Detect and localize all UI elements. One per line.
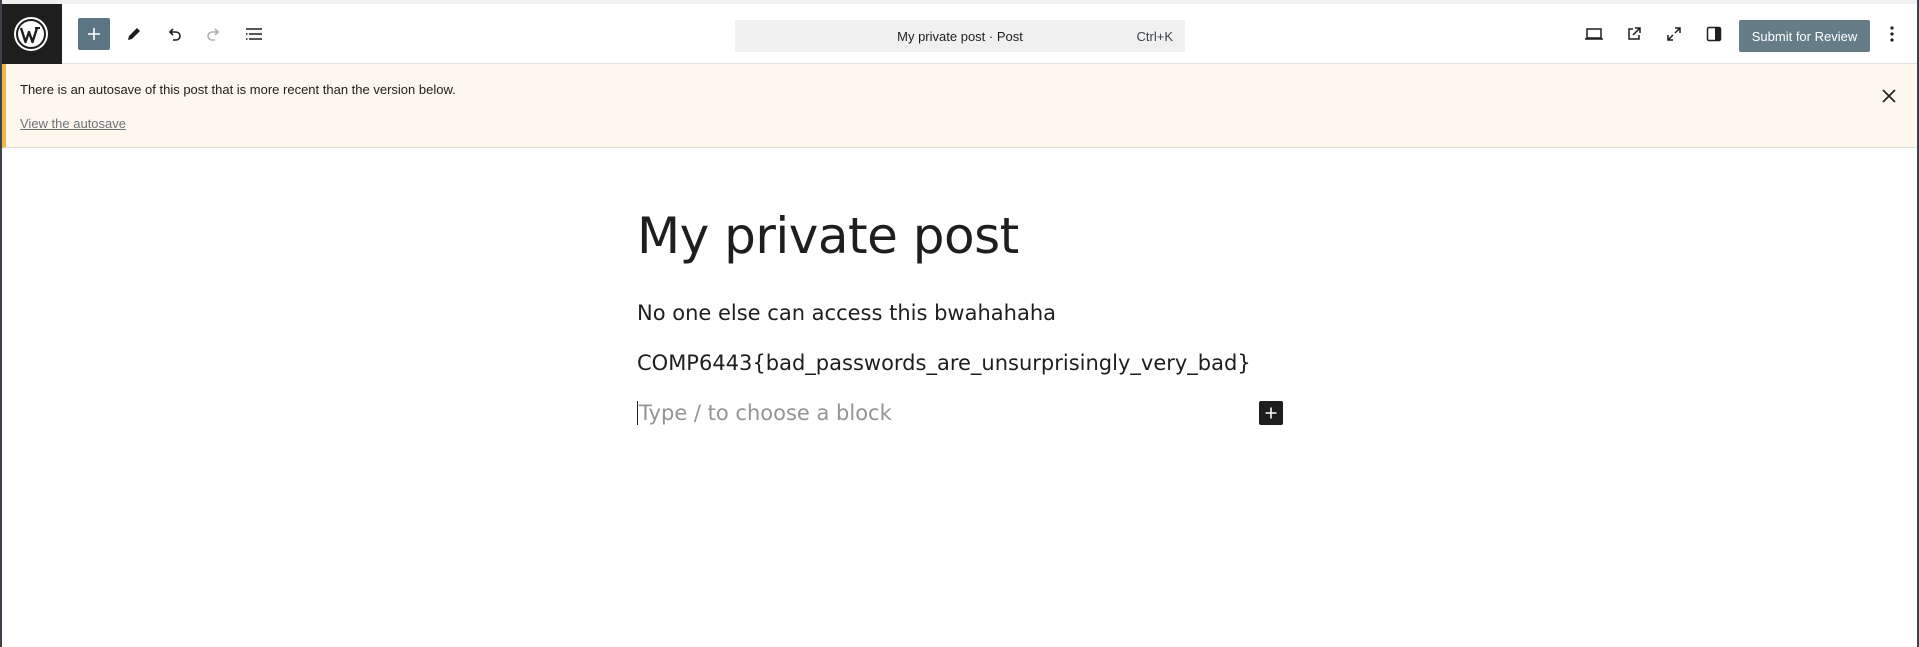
settings-sidebar-button[interactable] — [1698, 18, 1730, 50]
fullscreen-icon — [1667, 27, 1681, 41]
view-autosave-link[interactable]: View the autosave — [20, 116, 126, 131]
close-notice-button[interactable] — [1877, 84, 1901, 108]
view-post-button[interactable] — [1618, 18, 1650, 50]
plus-icon — [1265, 407, 1277, 419]
empty-block-placeholder[interactable]: Type / to choose a block — [637, 401, 892, 425]
plus-icon — [88, 28, 100, 40]
options-button[interactable] — [1878, 18, 1906, 50]
undo-button[interactable] — [158, 18, 190, 50]
list-view-icon — [246, 28, 262, 40]
paragraph-block[interactable]: No one else can access this bwahahaha — [637, 301, 1056, 325]
redo-button[interactable] — [198, 18, 230, 50]
sidebar-settings-icon — [1706, 26, 1722, 42]
add-block-button[interactable] — [78, 18, 110, 50]
redo-icon — [207, 28, 220, 41]
external-link-icon — [1628, 27, 1641, 40]
command-shortcut: Ctrl+K — [1136, 28, 1173, 44]
notice-message: There is an autosave of this post that i… — [20, 82, 456, 97]
tools-button[interactable] — [118, 18, 150, 50]
window-frame-left — [0, 0, 2, 647]
pencil-icon — [128, 28, 140, 40]
wordpress-logo-icon[interactable] — [0, 4, 62, 64]
command-palette-bar[interactable]: My private post · Post Ctrl+K — [735, 20, 1185, 52]
fullscreen-button[interactable] — [1658, 18, 1690, 50]
close-icon — [1882, 89, 1896, 103]
paragraph-block[interactable]: COMP6443{bad_passwords_are_unsurprisingl… — [637, 351, 1251, 375]
block-inserter-button[interactable] — [1259, 401, 1283, 425]
autosave-notice: There is an autosave of this post that i… — [2, 64, 1917, 148]
document-title: My private post · Post — [897, 28, 1023, 44]
post-title[interactable]: My private post — [637, 207, 1019, 265]
more-vertical-icon — [1890, 26, 1894, 42]
document-overview-button[interactable] — [238, 18, 270, 50]
editor-canvas: My private post No one else can access t… — [0, 149, 1919, 647]
undo-icon — [168, 28, 181, 41]
editor-header: My private post · Post Ctrl+K Submit for… — [0, 0, 1919, 64]
preview-button[interactable] — [1578, 18, 1610, 50]
desktop-preview-icon — [1585, 28, 1603, 40]
submit-for-review-button[interactable]: Submit for Review — [1739, 20, 1870, 52]
